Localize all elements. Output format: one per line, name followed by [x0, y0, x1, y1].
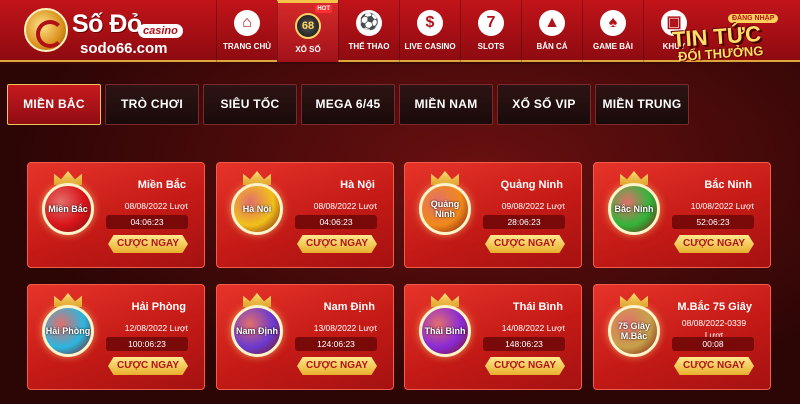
playing-cards-icon: ♠ — [600, 10, 626, 36]
bet-now-button[interactable]: CƯỢC NGAY — [485, 357, 565, 375]
nav-item-label: BẮN CÁ — [536, 42, 568, 51]
card-title: Nam Định — [323, 301, 375, 313]
card-title: M.Bắc 75 Giây — [677, 301, 752, 313]
nav-item-1[interactable]: HOT 68 XỔ SỐ — [277, 0, 338, 62]
nav-item-label: SLOTS — [477, 42, 505, 51]
tab-tr-ch-i[interactable]: TRÒ CHƠI — [105, 84, 199, 125]
bet-now-button[interactable]: CƯỢC NGAY — [674, 357, 754, 375]
countdown-timer: 04:06:23 — [295, 215, 377, 229]
lottery-ball-icon: Quảng Ninh — [419, 183, 471, 235]
lottery-ball-icon: 75 Giây M.Bắc — [608, 305, 660, 357]
lottery-ball-icon: Nam Định — [231, 305, 283, 357]
tab-x-s-vip[interactable]: XỔ SỐ VIP — [497, 84, 591, 125]
countdown-timer: 148:06:23 — [483, 337, 565, 351]
lottery-card[interactable]: Hà Nội Hà Nội 08/08/2022 Lượt 04:06:23 CƯỢC … — [216, 162, 394, 268]
tab-mega-6-45[interactable]: MEGA 6/45 — [301, 84, 395, 125]
slot-machine-icon: 7 — [478, 10, 504, 36]
countdown-timer: 04:06:23 — [106, 215, 188, 229]
region-tabs: MIỀN BẮC TRÒ CHƠI SIÊU TỐC MEGA 6/45 MIỀN NA… — [7, 84, 689, 125]
lottery-ball-icon: 68 — [295, 13, 321, 39]
nav-item-label: XỔ SỐ — [295, 45, 321, 54]
logo-domain: sodo66.com — [80, 40, 168, 57]
lottery-ball-icon: Miền Bắc — [42, 183, 94, 235]
bet-now-button[interactable]: CƯỢC NGAY — [108, 235, 188, 253]
lottery-card[interactable]: Quảng Ninh Quảng Ninh 09/08/2022 Lượt 28:06… — [404, 162, 582, 268]
nav-item-6[interactable]: ♠ GAME BÀI — [582, 0, 643, 62]
draw-date: 12/08/2022 Lượt — [124, 323, 188, 333]
draw-date: 14/08/2022 Lượt — [501, 323, 565, 333]
lottery-card[interactable]: Miền Bắc Miền Bắc 08/08/2022 Lượt 04:06:23 C… — [27, 162, 205, 268]
nav-item-0[interactable]: ⌂ TRANG CHỦ — [216, 0, 277, 62]
lottery-card[interactable]: Bắc Ninh Bắc Ninh 10/08/2022 Lượt 52:06:23 C… — [593, 162, 771, 268]
tab-mi-n-b-c[interactable]: MIỀN BẮC — [7, 84, 101, 125]
draw-date: 13/08/2022 Lượt — [313, 323, 377, 333]
lottery-panel: MIỀN BẮC TRÒ CHƠI SIÊU TỐC MEGA 6/45 MIỀN NA… — [0, 64, 800, 404]
lottery-card[interactable]: Hải Phòng Hải Phòng 12/08/2022 Lượt 100:06:… — [27, 284, 205, 390]
lottery-card[interactable]: Thái Bình Thái Bình 14/08/2022 Lượt 148:06:… — [404, 284, 582, 390]
nav-item-2[interactable]: ⚽ THỂ THAO — [338, 0, 399, 62]
tab-mi-n-trung[interactable]: MIỀN TRUNG — [595, 84, 689, 125]
dollar-coin-icon: $ — [417, 10, 443, 36]
lottery-ball-icon: Thái Bình — [419, 305, 471, 357]
lottery-card[interactable]: 75 Giây M.Bắc M.Bắc 75 Giây 08/08/2022-033… — [593, 284, 771, 390]
countdown-timer: 28:06:23 — [483, 215, 565, 229]
tab-mi-n-nam[interactable]: MIỀN NAM — [399, 84, 493, 125]
top-header: Số Đỏ casino sodo66.com ⌂ TRANG CHỦ HOT 68 X… — [0, 0, 800, 64]
tab-si-u-t-c[interactable]: SIÊU TỐC — [203, 84, 297, 125]
countdown-timer: 124:06:23 — [295, 337, 377, 351]
site-logo[interactable]: Số Đỏ casino sodo66.com — [24, 6, 204, 58]
hot-badge: HOT — [315, 5, 332, 13]
lottery-ball-icon: Hải Phòng — [42, 305, 94, 357]
card-title: Thái Bình — [512, 301, 563, 313]
lottery-ball-icon: Hà Nội — [231, 183, 283, 235]
nav-item-label: TRANG CHỦ — [223, 42, 271, 51]
shark-icon: ▲ — [539, 10, 565, 36]
card-title: Quảng Ninh — [500, 179, 563, 191]
soccer-ball-icon: ⚽ — [356, 10, 382, 36]
countdown-timer: 100:06:23 — [106, 337, 188, 351]
nav-item-5[interactable]: ▲ BẮN CÁ — [521, 0, 582, 62]
draw-date: 10/08/2022 Lượt — [690, 201, 754, 211]
bet-now-button[interactable]: CƯỢC NGAY — [108, 357, 188, 375]
home-icon: ⌂ — [234, 10, 260, 36]
card-title: Hải Phòng — [131, 301, 186, 313]
countdown-timer: 00:08 — [672, 337, 754, 351]
news-promo-banner[interactable]: ĐĂNG NHẬP TIN TỨC ĐỔI THƯỞNG — [671, 2, 800, 64]
main-nav: ⌂ TRANG CHỦ HOT 68 XỔ SỐ ⚽ THỂ THAO $ LIVE CASIN… — [216, 0, 704, 62]
bet-now-button[interactable]: CƯỢC NGAY — [485, 235, 565, 253]
logo-name: Số Đỏ — [72, 10, 142, 38]
nav-item-label: GAME BÀI — [593, 42, 633, 51]
bet-now-button[interactable]: CƯỢC NGAY — [674, 235, 754, 253]
card-title: Hà Nội — [340, 179, 375, 191]
draw-date: 08/08/2022 Lượt — [313, 201, 377, 211]
draw-date: 08/08/2022 Lượt — [124, 201, 188, 211]
nav-item-label: THỂ THAO — [348, 42, 390, 51]
bet-now-button[interactable]: CƯỢC NGAY — [297, 357, 377, 375]
countdown-timer: 52:06:23 — [672, 215, 754, 229]
lottery-card[interactable]: Nam Định Nam Định 13/08/2022 Lượt 124:06:23… — [216, 284, 394, 390]
lottery-ball-icon: Bắc Ninh — [608, 183, 660, 235]
logo-mark-icon — [24, 8, 68, 52]
nav-item-label: LIVE CASINO — [404, 42, 456, 51]
card-title: Miền Bắc — [137, 179, 186, 191]
card-title: Bắc Ninh — [704, 179, 752, 191]
nav-item-4[interactable]: 7 SLOTS — [460, 0, 521, 62]
draw-date: 09/08/2022 Lượt — [501, 201, 565, 211]
bet-now-button[interactable]: CƯỢC NGAY — [297, 235, 377, 253]
nav-item-3[interactable]: $ LIVE CASINO — [399, 0, 460, 62]
logo-casino-tag: casino — [138, 24, 183, 38]
